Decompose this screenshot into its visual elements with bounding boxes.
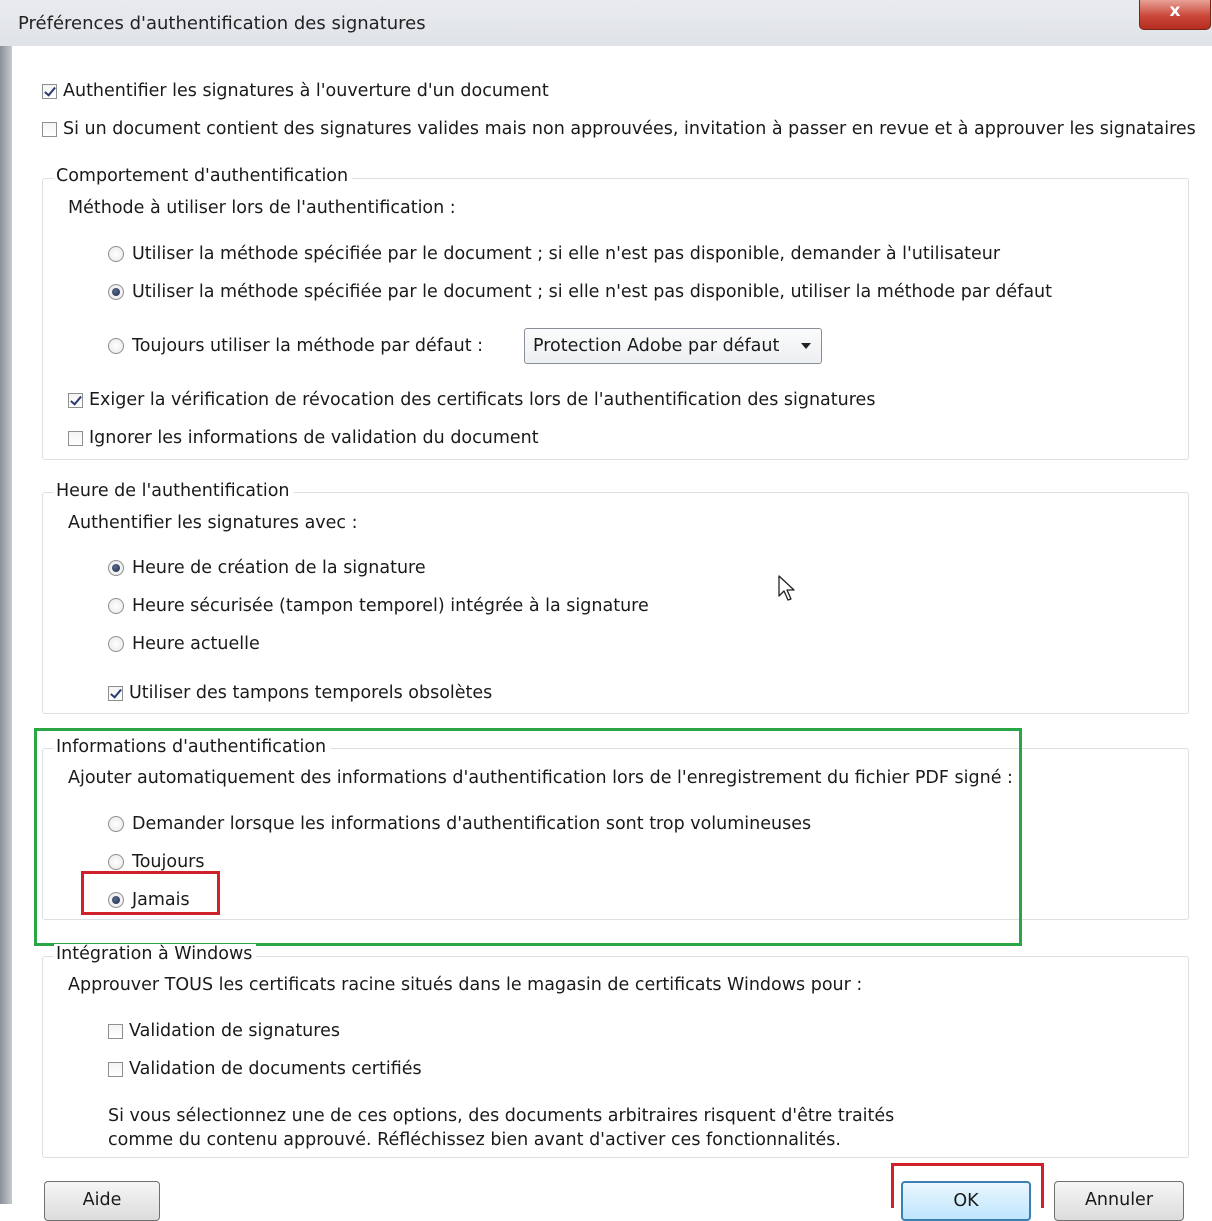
option-ignore-validation[interactable]: Ignorer les informations de validation d… [68,428,539,448]
radio-button[interactable] [108,284,124,300]
radio-button[interactable] [108,338,124,354]
radio-always-default[interactable]: Toujours utiliser la méthode par défaut … [108,336,483,356]
radio-button[interactable] [108,560,124,576]
option-review-unapproved[interactable]: Si un document contient des signatures v… [42,119,1196,139]
close-button[interactable]: x [1139,0,1211,30]
radio-label: Heure actuelle [132,634,260,654]
checkbox[interactable] [108,1023,123,1039]
dialog-content: Authentifier les signatures à l'ouvertur… [12,46,1212,1221]
chevron-down-icon[interactable] [801,343,811,349]
option-expired-timestamps[interactable]: Utiliser des tampons temporels obsolètes [108,683,492,703]
window-left-edge [0,46,12,1204]
radio-signature-creation-time[interactable]: Heure de création de la signature [108,558,426,578]
option-label: Validation de signatures [129,1021,340,1041]
cancel-button[interactable]: Annuler [1054,1181,1184,1221]
dropdown-value: Protection Adobe par défaut [533,336,780,356]
radio-button[interactable] [108,246,124,262]
highlight-red-box-never [81,871,220,915]
radio-current-time[interactable]: Heure actuelle [108,634,260,654]
option-require-revocation[interactable]: Exiger la vérification de révocation des… [68,390,875,410]
radio-label: Utiliser la méthode spécifiée par le doc… [132,244,1001,264]
mouse-pointer-icon [778,575,795,601]
checkbox[interactable] [42,121,57,137]
group-legend: Heure de l'authentification [54,481,294,501]
method-label: Méthode à utiliser lors de l'authentific… [68,198,456,218]
option-label: Authentifier les signatures à l'ouvertur… [63,81,549,101]
auth-time-intro: Authentifier les signatures avec : [68,513,358,533]
checkbox[interactable] [108,1061,123,1077]
default-method-dropdown[interactable]: Protection Adobe par défaut [524,328,822,364]
highlight-red-box-ok [891,1163,1044,1208]
close-icon: x [1169,1,1181,21]
radio-button[interactable] [108,598,124,614]
option-label: Exiger la vérification de révocation des… [89,390,876,410]
option-label: Si un document contient des signatures v… [63,119,1196,139]
checkbox[interactable] [42,83,57,99]
radio-label: Heure sécurisée (tampon temporel) intégr… [132,596,649,616]
warning-text-line-1: Si vous sélectionnez une de ces options,… [108,1106,895,1126]
radio-label: Toujours utiliser la méthode par défaut … [132,336,484,356]
radio-secure-timestamp[interactable]: Heure sécurisée (tampon temporel) intégr… [108,596,649,616]
group-auth-behavior [42,178,1189,460]
group-legend: Comportement d'authentification [54,166,353,186]
radio-label: Utiliser la méthode spécifiée par le doc… [132,282,1052,302]
option-validate-signatures[interactable]: Validation de signatures [108,1021,340,1041]
group-legend: Intégration à Windows [54,944,257,964]
help-button[interactable]: Aide [44,1181,160,1221]
option-label: Ignorer les informations de validation d… [89,428,539,448]
checkbox[interactable] [68,392,83,408]
option-authenticate-on-open[interactable]: Authentifier les signatures à l'ouvertur… [42,81,549,101]
option-label: Utiliser des tampons temporels obsolètes [129,683,493,703]
title-bar: Préférences d'authentification des signa… [0,0,1212,47]
checkbox[interactable] [108,685,123,701]
warning-text-line-2: comme du contenu approuvé. Réfléchissez … [108,1130,841,1150]
window-title: Préférences d'authentification des signa… [18,13,426,34]
option-validate-certified-docs[interactable]: Validation de documents certifiés [108,1059,422,1079]
radio-button[interactable] [108,636,124,652]
checkbox[interactable] [68,430,83,446]
radio-use-default-fallback[interactable]: Utiliser la méthode spécifiée par le doc… [108,282,1052,302]
windows-intro: Approuver TOUS les certificats racine si… [68,975,863,995]
radio-ask-user[interactable]: Utiliser la méthode spécifiée par le doc… [108,244,1000,264]
radio-label: Heure de création de la signature [132,558,426,578]
option-label: Validation de documents certifiés [129,1059,422,1079]
